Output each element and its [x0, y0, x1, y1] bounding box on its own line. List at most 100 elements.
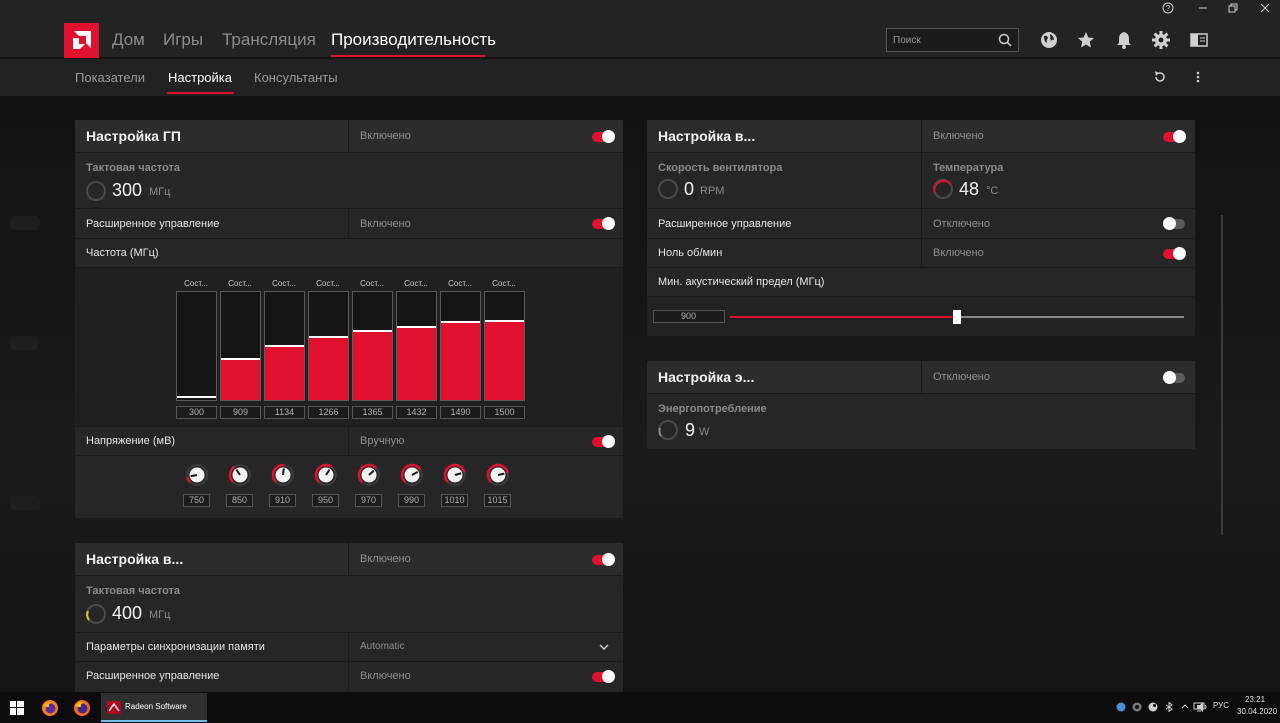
- main-navigation: Дом Игры Трансляция Производительность: [0, 20, 1280, 58]
- tab-home[interactable]: Дом: [112, 30, 145, 50]
- background-decoration: [10, 336, 38, 350]
- tray-steam-icon[interactable]: [1148, 702, 1158, 712]
- tab-streaming[interactable]: Трансляция: [222, 30, 316, 50]
- freq-state-value[interactable]: 300: [176, 406, 217, 419]
- clock-time[interactable]: 23:21: [1245, 695, 1265, 704]
- tray-arrow-icon[interactable]: [1180, 702, 1190, 712]
- help-icon[interactable]: ?: [1160, 2, 1176, 18]
- voltage-knob[interactable]: [314, 463, 338, 487]
- freq-state-bar[interactable]: [484, 291, 525, 401]
- tab-advisors[interactable]: Консультанты: [254, 70, 338, 85]
- search-input[interactable]: [893, 32, 993, 48]
- voltage-knob[interactable]: [400, 463, 424, 487]
- freq-state-bar[interactable]: [220, 291, 261, 401]
- memory-timing-dropdown[interactable]: Automatic: [348, 633, 623, 661]
- taskbar-radeon-app[interactable]: Radeon Software: [101, 693, 207, 722]
- voltage-value[interactable]: 950: [312, 494, 339, 507]
- acoustic-slider-thumb[interactable]: [953, 310, 961, 324]
- voltage-knob[interactable]: [271, 463, 295, 487]
- voltage-knob[interactable]: [443, 463, 467, 487]
- search-icon[interactable]: [998, 33, 1012, 47]
- freq-bar-handle[interactable]: [309, 336, 348, 338]
- vram-tuning-panel: Настройка в... Включено Тактовая частота…: [75, 543, 623, 692]
- freq-state-bar[interactable]: [440, 291, 481, 401]
- reset-icon[interactable]: [1153, 70, 1167, 84]
- tab-performance[interactable]: Производительность: [331, 30, 496, 50]
- freq-state-value[interactable]: 1134: [264, 406, 305, 419]
- acoustic-limit-value[interactable]: 900: [653, 310, 725, 323]
- tab-metrics[interactable]: Показатели: [75, 70, 145, 85]
- freq-state-value[interactable]: 1365: [352, 406, 393, 419]
- voltage-value[interactable]: 990: [398, 494, 425, 507]
- search-box[interactable]: [886, 28, 1019, 52]
- vram-tuning-toggle[interactable]: [592, 553, 615, 566]
- gpu-advanced-status: Включено: [360, 218, 411, 230]
- zero-rpm-toggle[interactable]: [1163, 247, 1186, 260]
- gpu-advanced-toggle[interactable]: [592, 217, 615, 230]
- voltage-value[interactable]: 1010: [441, 494, 468, 507]
- gpu-tuning-panel: Настройка ГП Включено Тактовая частота 3…: [75, 120, 623, 518]
- vram-tuning-status: Включено: [360, 553, 411, 565]
- fan-tuning-toggle[interactable]: [1163, 130, 1186, 143]
- firefox-icon[interactable]: [41, 699, 59, 717]
- amd-logo[interactable]: [64, 23, 99, 58]
- freq-state-value[interactable]: 1432: [396, 406, 437, 419]
- voltage-knob[interactable]: [228, 463, 252, 487]
- windows-taskbar: Radeon Software РУС 23:21 30.04.2020: [0, 692, 1280, 723]
- clock-date[interactable]: 30.04.2020: [1237, 707, 1277, 716]
- voltage-value[interactable]: 970: [355, 494, 382, 507]
- fan-advanced-toggle[interactable]: [1163, 217, 1185, 230]
- panel-toggle-icon[interactable]: [1189, 30, 1209, 50]
- gpu-tuning-toggle[interactable]: [592, 130, 615, 143]
- close-icon[interactable]: [1257, 2, 1273, 18]
- freq-bar-handle[interactable]: [353, 330, 392, 332]
- memory-timing-value: Automatic: [360, 641, 405, 652]
- freq-state-value[interactable]: 909: [220, 406, 261, 419]
- voltage-value[interactable]: 1015: [484, 494, 511, 507]
- freq-bar-handle[interactable]: [397, 326, 436, 328]
- gear-icon[interactable]: [1151, 30, 1171, 50]
- chevron-down-icon[interactable]: [599, 643, 609, 651]
- windows-start-icon[interactable]: [10, 701, 24, 715]
- voltage-value[interactable]: 850: [226, 494, 253, 507]
- freq-state-value[interactable]: 1500: [484, 406, 525, 419]
- power-label: Энергопотребление: [658, 403, 767, 415]
- tray-app-icon[interactable]: [1116, 702, 1126, 712]
- vram-advanced-toggle[interactable]: [592, 670, 615, 683]
- tray-network-status-icon[interactable]: [1132, 702, 1142, 712]
- voltage-value[interactable]: 910: [269, 494, 296, 507]
- voltage-knob[interactable]: [185, 463, 209, 487]
- minimize-icon[interactable]: [1195, 2, 1211, 18]
- freq-state-bar[interactable]: [264, 291, 305, 401]
- tray-volume-icon[interactable]: [1196, 702, 1208, 712]
- voltage-value[interactable]: 750: [183, 494, 210, 507]
- firefox-alt-icon[interactable]: [73, 699, 91, 717]
- tray-bluetooth-icon[interactable]: [1164, 702, 1174, 712]
- freq-state-bar[interactable]: [308, 291, 349, 401]
- voltage-toggle[interactable]: [592, 435, 615, 448]
- tab-games[interactable]: Игры: [163, 30, 203, 50]
- freq-state-bar[interactable]: [396, 291, 437, 401]
- globe-icon[interactable]: [1039, 30, 1059, 50]
- voltage-knob[interactable]: [486, 463, 510, 487]
- freq-state-bar[interactable]: [352, 291, 393, 401]
- restore-icon[interactable]: [1225, 2, 1241, 18]
- tab-tuning[interactable]: Настройка: [168, 70, 232, 85]
- more-options-icon[interactable]: [1194, 70, 1202, 84]
- freq-bar-handle[interactable]: [485, 320, 524, 322]
- freq-bar-handle[interactable]: [265, 345, 304, 347]
- voltage-knob[interactable]: [357, 463, 381, 487]
- star-icon[interactable]: [1076, 30, 1096, 50]
- power-value: 9: [685, 420, 696, 440]
- freq-state-bar[interactable]: [176, 291, 217, 401]
- bell-icon[interactable]: [1114, 30, 1134, 50]
- freq-bar-handle[interactable]: [221, 358, 260, 360]
- background-decoration: [10, 216, 40, 230]
- freq-state-value[interactable]: 1490: [440, 406, 481, 419]
- freq-bar-handle[interactable]: [441, 321, 480, 323]
- power-tuning-toggle[interactable]: [1163, 371, 1185, 384]
- page-scrollbar[interactable]: [1221, 215, 1223, 535]
- freq-state-value[interactable]: 1266: [308, 406, 349, 419]
- freq-bar-handle[interactable]: [177, 396, 216, 398]
- language-indicator[interactable]: РУС: [1213, 701, 1229, 710]
